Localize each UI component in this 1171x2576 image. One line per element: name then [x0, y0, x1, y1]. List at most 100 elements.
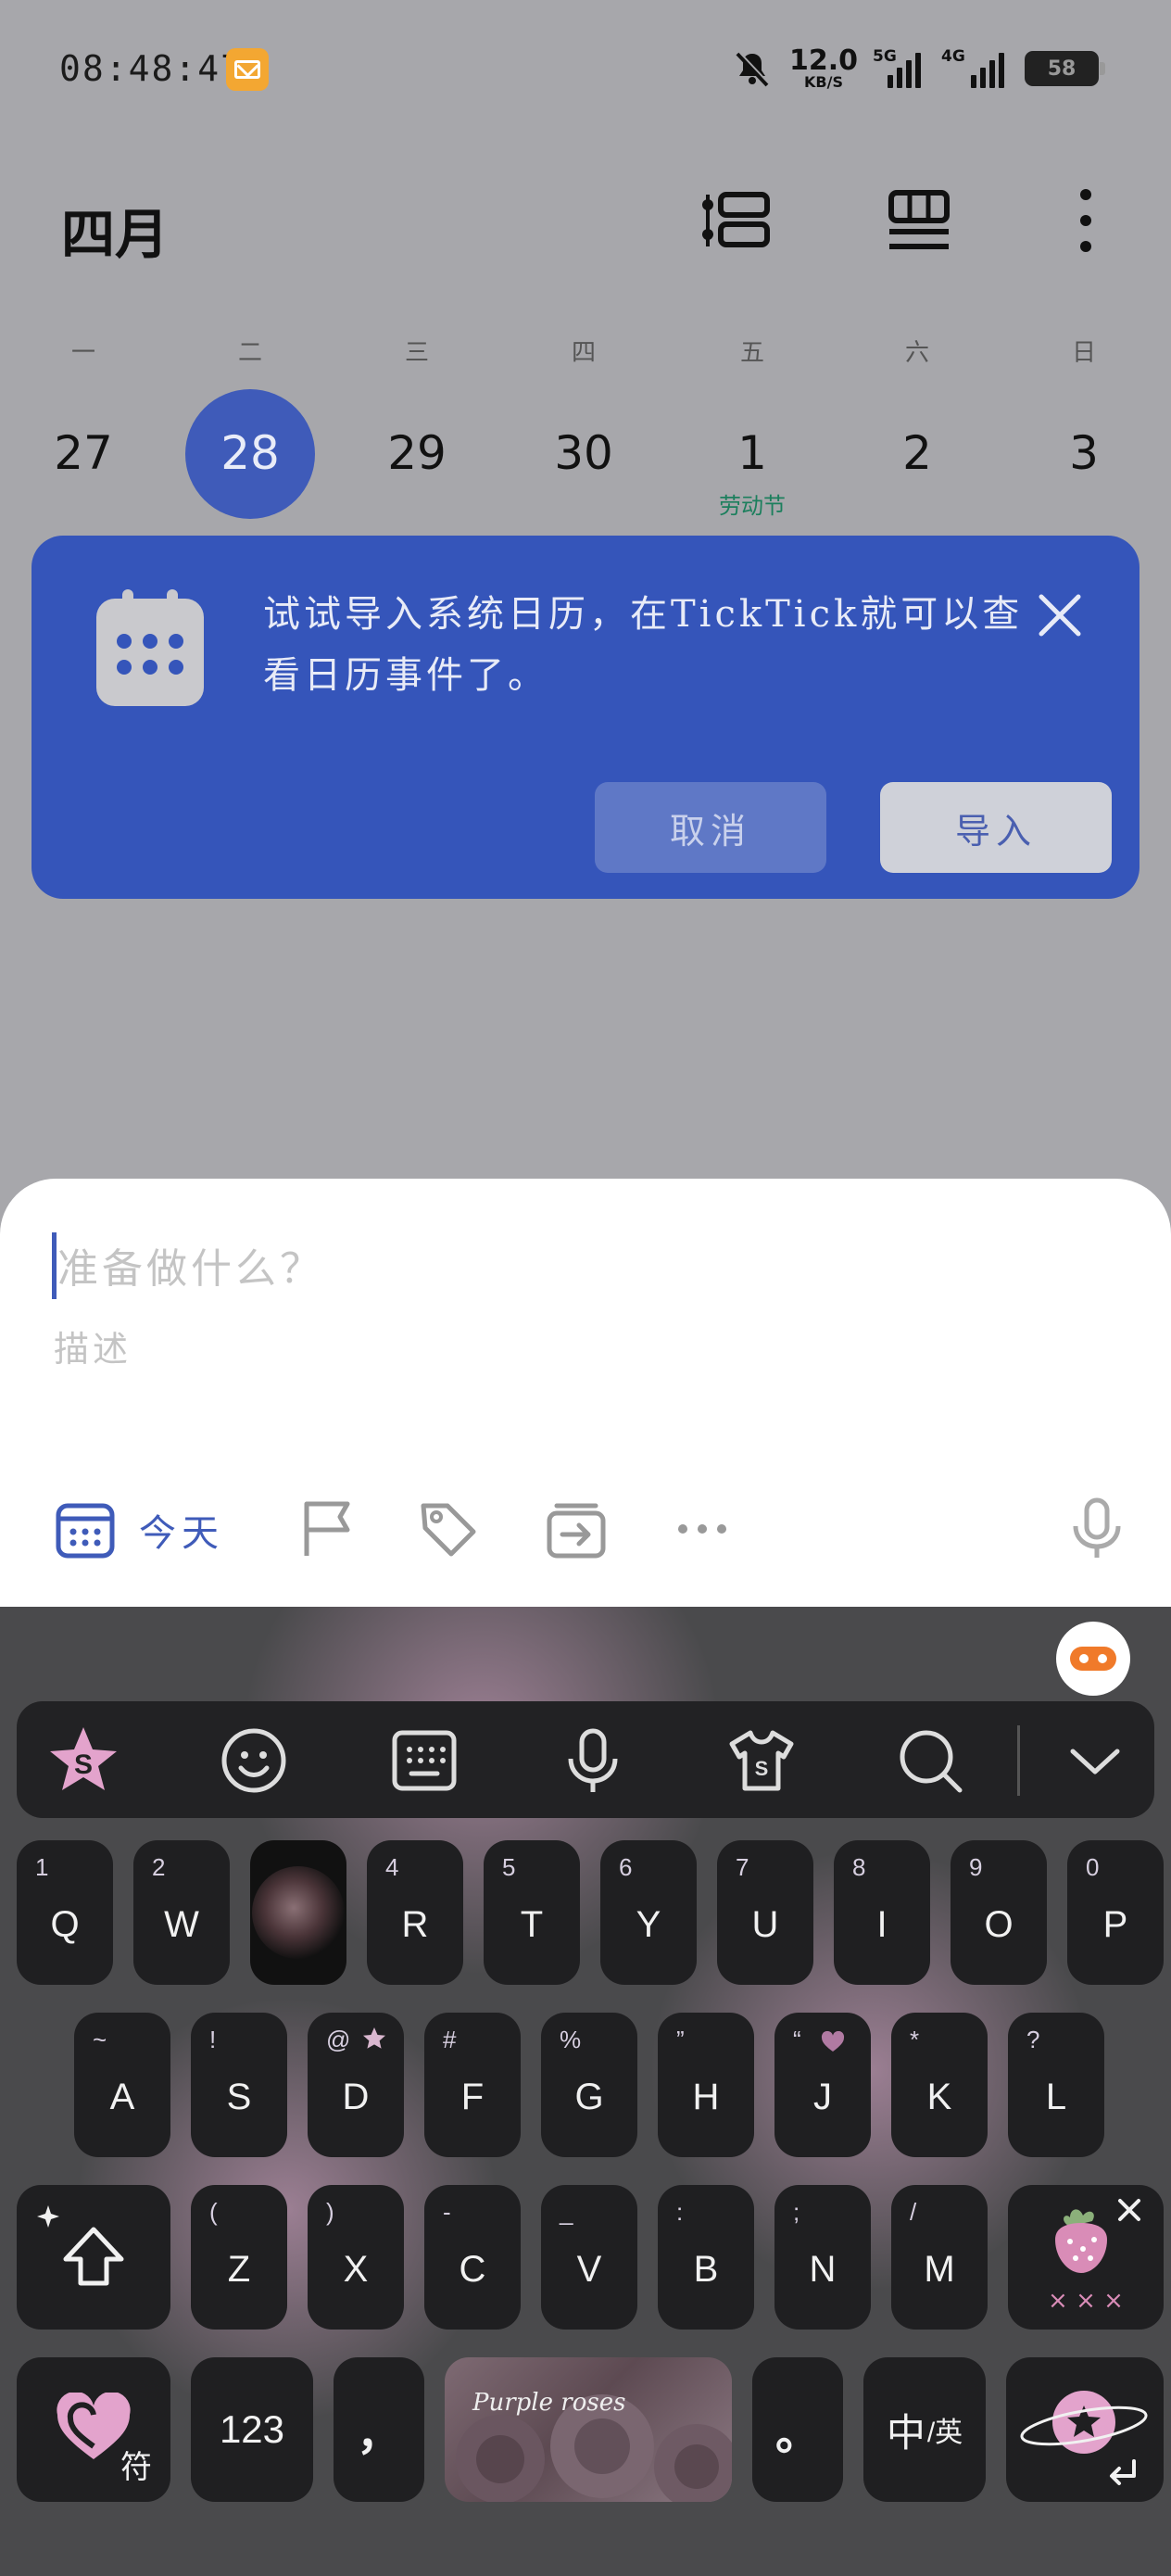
key-u[interactable]: 7U	[717, 1840, 813, 1985]
month-title[interactable]: 四月	[61, 191, 169, 269]
key-hint: 9	[969, 1853, 983, 1881]
period-key[interactable]: 。	[752, 2357, 843, 2502]
calendar-layout-icon[interactable]	[880, 182, 958, 259]
more-tools-icon[interactable]	[667, 1494, 737, 1564]
date-cell-today[interactable]: 28	[185, 426, 315, 480]
emoji-icon[interactable]	[217, 1724, 291, 1798]
skin-shirt-icon[interactable]: S	[724, 1724, 799, 1798]
key-j[interactable]: “J	[774, 2013, 871, 2157]
banner-message: 试试导入系统日历，在TickTick就可以查看日历事件了。	[263, 593, 1024, 697]
key-y[interactable]: 6Y	[600, 1840, 697, 1985]
key-f[interactable]: # F	[424, 2013, 521, 2157]
key-label: D	[342, 2076, 370, 2117]
key-h[interactable]: ” H	[658, 2013, 754, 2157]
key-hint: 5	[502, 1853, 516, 1881]
key-n[interactable]: ; N	[774, 2185, 871, 2330]
key-k[interactable]: * K	[891, 2013, 988, 2157]
key-label: Y	[636, 1903, 661, 1945]
numbers-key[interactable]: 123	[191, 2357, 313, 2502]
calendar-icon	[96, 589, 204, 706]
space-key-label: Purple roses	[472, 2389, 626, 2417]
close-banner-icon[interactable]	[1034, 589, 1086, 641]
date-cell[interactable]: 29	[352, 426, 482, 480]
key-hint: @	[326, 2026, 351, 2053]
key-w[interactable]: 2W	[133, 1840, 230, 1985]
shift-arrow-icon	[63, 2227, 124, 2286]
space-key[interactable]: Purple roses	[445, 2357, 732, 2502]
move-to-list-icon[interactable]	[541, 1494, 611, 1564]
symbols-key[interactable]: 符	[17, 2357, 170, 2502]
language-switch-key[interactable]: 中/英	[863, 2357, 986, 2502]
task-title-input[interactable]	[57, 1236, 1077, 1301]
key-m[interactable]: / M	[891, 2185, 988, 2330]
key-a[interactable]: ~ A	[74, 2013, 170, 2157]
svg-text:× × ×: × × ×	[1048, 2287, 1124, 2315]
key-z[interactable]: (Z	[191, 2185, 287, 2330]
key-hint: “	[793, 2026, 801, 2053]
search-icon[interactable]	[893, 1724, 967, 1798]
key-e-sticker[interactable]	[250, 1840, 346, 1985]
weekday-mon: 一	[70, 339, 95, 367]
voice-keyboard-icon[interactable]	[556, 1724, 630, 1798]
selected-date-label[interactable]: 今天	[139, 1503, 224, 1557]
key-label: T	[520, 1903, 544, 1945]
key-d[interactable]: @ D	[308, 2013, 404, 2157]
date-cell[interactable]: 27	[19, 426, 148, 480]
key-i[interactable]: 8I	[834, 1840, 930, 1985]
task-description-input[interactable]	[54, 1321, 1073, 1377]
key-hint: /	[910, 2198, 917, 2226]
status-indicators: 12.0 KB/S 5G 4G 58	[732, 41, 1106, 96]
key-s[interactable]: ! S	[191, 2013, 287, 2157]
key-l[interactable]: ? L	[1008, 2013, 1104, 2157]
network-speed: 12.0 KB/S	[789, 47, 858, 90]
backspace-key[interactable]: × × ×	[1008, 2185, 1164, 2330]
date-cell[interactable]: 30	[519, 426, 648, 480]
symbols-key-label: 符	[120, 2450, 152, 2485]
key-label: A	[109, 2076, 135, 2117]
date-picker-icon[interactable]	[50, 1494, 120, 1564]
list-view-icon[interactable]	[697, 182, 774, 259]
key-label: O	[984, 1903, 1014, 1945]
sim2-network-type: 4G	[941, 47, 965, 66]
key-label: S	[226, 2076, 252, 2117]
key-o[interactable]: 9O	[951, 1840, 1047, 1985]
import-button[interactable]: 导入	[880, 782, 1112, 873]
status-time: 08:48:47	[59, 48, 245, 89]
more-options-icon[interactable]	[1047, 182, 1125, 259]
collapse-keyboard-icon[interactable]	[1058, 1724, 1132, 1798]
svg-text:S: S	[74, 1749, 93, 1780]
tag-icon[interactable]	[413, 1494, 484, 1564]
date-cell[interactable]: 1	[687, 426, 817, 480]
date-cell[interactable]: 3	[1019, 426, 1149, 480]
planet-enter-icon	[1020, 2391, 1148, 2485]
date-cell[interactable]: 2	[852, 426, 982, 480]
battery-level: 58	[1047, 57, 1077, 81]
key-hint: 6	[619, 1853, 633, 1881]
enter-key[interactable]	[1006, 2357, 1164, 2502]
key-p[interactable]: 0P	[1067, 1840, 1164, 1985]
key-hint: 4	[385, 1853, 399, 1881]
key-hint: !	[209, 2026, 217, 2053]
key-hint: _	[560, 2198, 573, 2226]
comma-key[interactable]: ，	[334, 2357, 424, 2502]
key-hint: ;	[793, 2198, 800, 2226]
key-b[interactable]: :B	[658, 2185, 754, 2330]
cancel-button[interactable]: 取消	[595, 782, 826, 873]
keyboard-switch-icon[interactable]	[387, 1724, 461, 1798]
voice-input-icon[interactable]	[1062, 1494, 1132, 1564]
sogou-logo-icon[interactable]: S	[46, 1724, 120, 1798]
priority-flag-icon[interactable]	[293, 1494, 363, 1564]
key-r[interactable]: 4R	[367, 1840, 463, 1985]
key-x[interactable]: ) X	[308, 2185, 404, 2330]
key-g[interactable]: % G	[541, 2013, 637, 2157]
key-hint: *	[910, 2026, 920, 2053]
sim1-network-type: 5G	[873, 47, 897, 66]
shift-key[interactable]	[17, 2185, 170, 2330]
key-q[interactable]: 1Q	[17, 1840, 113, 1985]
keyboard-mascot-icon[interactable]	[1056, 1622, 1130, 1696]
key-label: G	[574, 2076, 604, 2117]
key-v[interactable]: _ V	[541, 2185, 637, 2330]
key-t[interactable]: 5T	[484, 1840, 580, 1985]
key-c[interactable]: -C	[424, 2185, 521, 2330]
key-hint: #	[443, 2026, 457, 2053]
